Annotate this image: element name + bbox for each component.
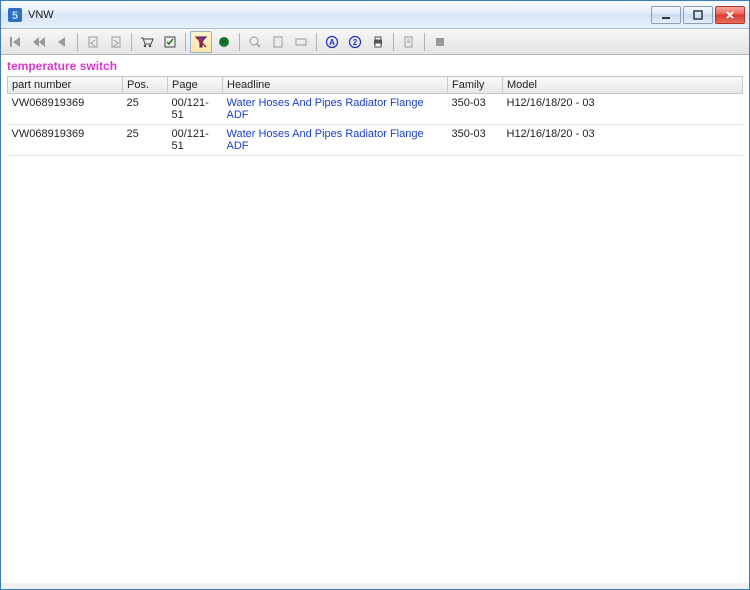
maximize-button[interactable]	[683, 6, 713, 24]
col-header-headline[interactable]: Headline	[223, 77, 448, 94]
bookmark-prev-button[interactable]	[82, 31, 104, 53]
svg-text:5: 5	[12, 10, 18, 22]
col-header-pos[interactable]: Pos.	[123, 77, 168, 94]
marker-2-button[interactable]: 2	[344, 31, 366, 53]
col-header-model[interactable]: Model	[503, 77, 743, 94]
col-header-page[interactable]: Page	[168, 77, 223, 94]
cell-headline-link[interactable]: Water Hoses And Pipes Radiator Flange AD…	[223, 94, 448, 125]
stop-button[interactable]	[429, 31, 451, 53]
nav-first-button[interactable]	[5, 31, 27, 53]
toolbar-separator	[424, 33, 425, 51]
cell-part-number: VW068919369	[8, 94, 123, 125]
window-title: VNW	[28, 9, 651, 21]
print-button[interactable]	[367, 31, 389, 53]
statusbar	[1, 583, 749, 589]
filter-button[interactable]	[190, 31, 212, 53]
cell-page: 00/121-51	[168, 125, 223, 156]
toolbar-separator	[185, 33, 186, 51]
toolbar: A 2	[1, 29, 749, 55]
marker-a-button[interactable]: A	[321, 31, 343, 53]
page-width-button[interactable]	[290, 31, 312, 53]
cell-family: 350-03	[448, 94, 503, 125]
cell-pos: 25	[123, 125, 168, 156]
window-controls	[651, 6, 745, 24]
search-term-label: temperature switch	[7, 57, 743, 76]
cell-model: H12/16/18/20 - 03	[503, 125, 743, 156]
bookmark-next-button[interactable]	[105, 31, 127, 53]
notes-button[interactable]	[398, 31, 420, 53]
cell-part-number: VW068919369	[8, 125, 123, 156]
results-table: part number Pos. Page Headline Family Mo…	[7, 76, 743, 156]
toolbar-separator	[131, 33, 132, 51]
svg-text:2: 2	[353, 38, 358, 47]
cell-page: 00/121-51	[168, 94, 223, 125]
cell-model: H12/16/18/20 - 03	[503, 94, 743, 125]
table-header-row: part number Pos. Page Headline Family Mo…	[8, 77, 743, 94]
page-fit-button[interactable]	[267, 31, 289, 53]
toolbar-separator	[316, 33, 317, 51]
nav-prev-button[interactable]	[51, 31, 73, 53]
col-header-part-number[interactable]: part number	[8, 77, 123, 94]
toolbar-separator	[77, 33, 78, 51]
toolbar-separator	[393, 33, 394, 51]
cell-family: 350-03	[448, 125, 503, 156]
toolbar-separator	[239, 33, 240, 51]
content-area: temperature switch part number Pos. Page…	[1, 55, 749, 583]
cart-button[interactable]	[136, 31, 158, 53]
zoom-button[interactable]	[244, 31, 266, 53]
cell-pos: 25	[123, 94, 168, 125]
svg-text:A: A	[329, 38, 335, 47]
col-header-family[interactable]: Family	[448, 77, 503, 94]
titlebar: 5 VNW	[1, 1, 749, 29]
close-button[interactable]	[715, 6, 745, 24]
cell-headline-link[interactable]: Water Hoses And Pipes Radiator Flange AD…	[223, 125, 448, 156]
globe-button[interactable]	[213, 31, 235, 53]
table-row[interactable]: VW068919369 25 00/121-51 Water Hoses And…	[8, 94, 743, 125]
minimize-button[interactable]	[651, 6, 681, 24]
checklist-button[interactable]	[159, 31, 181, 53]
app-window: 5 VNW	[0, 0, 750, 590]
nav-prev-page-button[interactable]	[28, 31, 50, 53]
app-icon: 5	[7, 7, 23, 23]
table-row[interactable]: VW068919369 25 00/121-51 Water Hoses And…	[8, 125, 743, 156]
